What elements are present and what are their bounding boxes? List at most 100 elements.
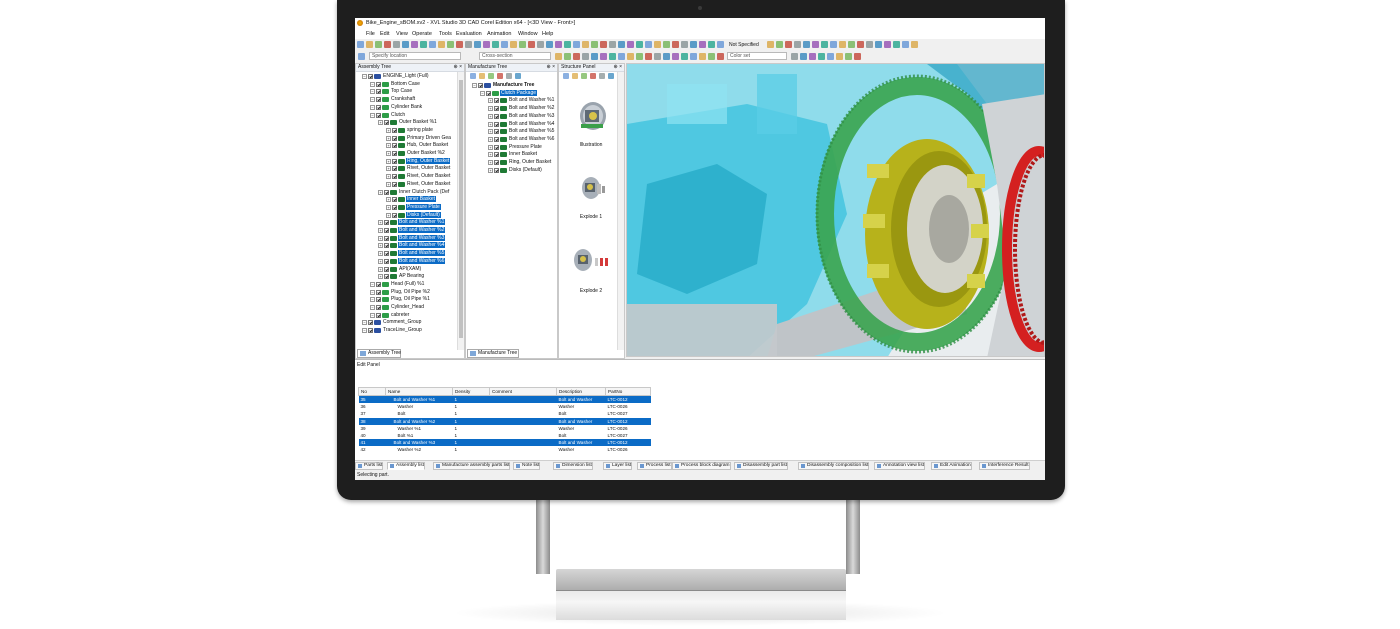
toolbar-tool-icon[interactable] [857,41,864,48]
pane-tool-icon[interactable] [479,73,485,79]
toolbar-tool-icon[interactable] [794,41,801,48]
tree-node[interactable]: − Crankshaft [370,96,416,103]
visibility-checkbox[interactable] [368,320,373,326]
toolbar-tool-icon[interactable] [866,41,873,48]
pin-icon[interactable]: ⊕ × [614,64,623,71]
expand-toggle-icon[interactable]: + [378,235,383,241]
toolbar-tool-icon[interactable] [836,53,843,60]
toolbar-tool-icon[interactable] [809,53,816,60]
visibility-checkbox[interactable] [494,167,499,173]
expand-toggle-icon[interactable]: + [386,143,391,149]
toolbar-tool-icon[interactable] [848,41,855,48]
visibility-checkbox[interactable] [376,312,381,318]
toolbar-tool-icon[interactable] [555,53,562,60]
tree-node[interactable]: + Bolt and Washer %1 [378,219,446,226]
visibility-checkbox[interactable] [368,328,373,334]
3d-view[interactable] [626,63,1045,357]
tree-node[interactable]: + Bolt and Washer %2 [378,227,446,234]
tab-edit-animation[interactable]: Edit Animation [931,462,972,470]
toolbar-tool-icon[interactable] [384,41,391,48]
expand-toggle-icon[interactable]: + [488,167,493,173]
toolbar-tool-icon[interactable] [519,41,526,48]
tree-node[interactable]: + Ring, Outer Basket [488,159,552,166]
tree-node[interactable]: − cabreter [370,312,410,319]
toolbar-tool-icon[interactable] [690,41,697,48]
tree-node[interactable]: + Bolt and Washer %4 [378,242,446,249]
toolbar-tool-icon[interactable] [609,41,616,48]
toolbar-tool-icon[interactable] [636,41,643,48]
scroll-thumb[interactable] [459,80,463,338]
toolbar-tool-icon[interactable] [492,41,499,48]
visibility-checkbox[interactable] [494,106,499,112]
toolbar-tool-icon[interactable] [627,41,634,48]
cross-section-select[interactable]: Cross-section [479,52,551,60]
toolbar-tool-icon[interactable] [510,41,517,48]
toolbar-tool-icon[interactable] [654,41,661,48]
table-row[interactable]: 39 Washer %1 1 Washer LTC-0026 [359,425,651,432]
toolbar-tool-icon[interactable] [429,41,436,48]
expand-toggle-icon[interactable]: + [386,212,391,218]
toolbar-tool-icon[interactable] [456,41,463,48]
tree-node[interactable]: − Bottom Case [370,81,421,88]
pane-tool-icon[interactable] [515,73,521,79]
toolbar-tool-icon[interactable] [447,41,454,48]
toolbar-tool-icon[interactable] [776,41,783,48]
tree-node[interactable]: + Primary Driven Gea [386,135,452,142]
toolbar-tool-icon[interactable] [465,41,472,48]
toolbar-tool-icon[interactable] [827,53,834,60]
toolbar-tool-icon[interactable] [791,53,798,60]
expand-toggle-icon[interactable]: + [386,135,391,141]
view-dropdown-label[interactable]: Not Specified [729,42,759,48]
tree-node[interactable]: − Head (Full) %1 [370,281,425,288]
tree-node[interactable]: + Bolt and Washer %5 [378,250,446,257]
tree-node[interactable]: + Rivet, Outer Basket [386,173,451,180]
toolbar-tool-icon[interactable] [564,41,571,48]
expand-toggle-icon[interactable]: + [488,98,493,104]
toolbar-tool-icon[interactable] [627,53,634,60]
tree-node[interactable]: − ENGINE_Light (Full) [362,73,430,80]
toolbar-tool-icon[interactable] [911,41,918,48]
tab-layer-list[interactable]: Layer list [603,462,633,470]
toolbar-tool-icon[interactable] [800,53,807,60]
menu-view[interactable]: View [396,31,408,37]
menu-evaluation[interactable]: Evaluation [456,31,482,37]
visibility-checkbox[interactable] [384,274,389,280]
toolbar-tool-icon[interactable] [663,53,670,60]
expand-toggle-icon[interactable]: + [378,220,383,226]
expand-toggle-icon[interactable]: + [488,129,493,135]
expand-toggle-icon[interactable]: + [378,274,383,280]
expand-toggle-icon[interactable]: − [370,81,375,87]
tree-node[interactable]: + Inner Clutch Pack (Def [378,189,450,196]
location-input[interactable]: Specify location [369,52,461,60]
menu-file[interactable]: File [366,31,375,37]
visibility-checkbox[interactable] [494,152,499,158]
expand-toggle-icon[interactable]: + [378,189,383,195]
toolbar-tool-icon[interactable] [546,41,553,48]
visibility-checkbox[interactable] [376,281,381,287]
expand-toggle-icon[interactable]: − [480,90,485,96]
tree-node[interactable]: + AP Bearing [378,273,425,280]
toolbar-tool-icon[interactable] [483,41,490,48]
visibility-checkbox[interactable] [392,174,397,180]
toolbar-tool-icon[interactable] [767,41,774,48]
toolbar-tool-icon[interactable] [618,41,625,48]
structure-panel-scrollbar[interactable] [617,72,624,350]
tree-node[interactable]: + Inner Basket [386,196,437,203]
visibility-checkbox[interactable] [376,112,381,118]
menu-tools[interactable]: Tools [439,31,452,37]
tree-node[interactable]: + Outer Basket %2 [386,150,446,157]
toolbar-tool-icon[interactable] [600,41,607,48]
table-row[interactable]: 41 Bolt and Washer %3 1 Bolt and Washer LTC-… [358,439,651,447]
toolbar-tool-icon[interactable] [438,41,445,48]
visibility-checkbox[interactable] [392,143,397,149]
visibility-checkbox[interactable] [376,97,381,103]
visibility-checkbox[interactable] [392,197,397,203]
tree-node[interactable]: + Bolt and Washer %4 [488,121,555,128]
toolbar-tool-icon[interactable] [818,53,825,60]
toolbar-tool-icon[interactable] [357,41,364,48]
menu-help[interactable]: Help [542,31,553,37]
column-header-comment[interactable]: Comment [489,387,557,396]
visibility-checkbox[interactable] [494,113,499,119]
expand-toggle-icon[interactable]: + [386,197,391,203]
tree-node[interactable]: + Bolt and Washer %2 [488,105,555,112]
